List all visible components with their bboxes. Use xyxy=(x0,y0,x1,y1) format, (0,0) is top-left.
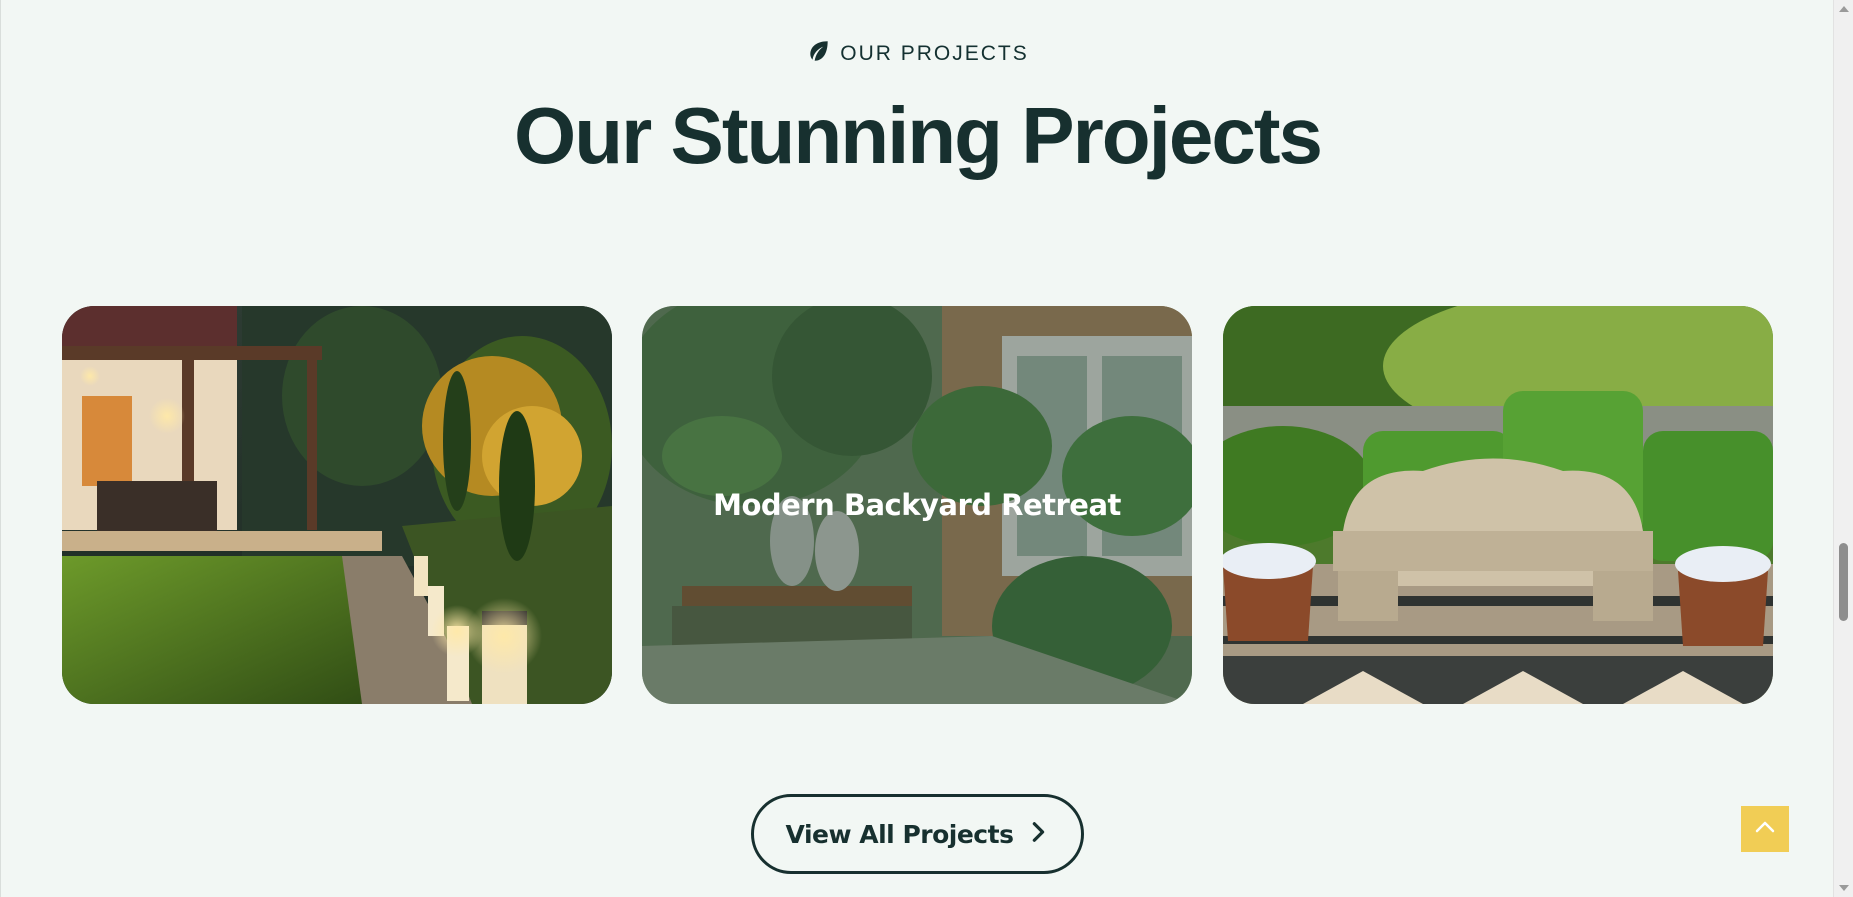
projects-section: OUR PROJECTS Our Stunning Projects Moder… xyxy=(0,0,1853,897)
chevron-up-icon xyxy=(1753,815,1777,844)
project-image-garden-lighting xyxy=(62,306,612,704)
scrollbar-thumb[interactable] xyxy=(1839,543,1848,621)
project-title[interactable]: Modern Backyard Retreat xyxy=(713,488,1121,522)
project-card-featured[interactable]: Modern Backyard Retreat xyxy=(642,306,1192,704)
view-all-label: View All Projects xyxy=(785,819,1014,849)
project-card[interactable] xyxy=(62,306,612,704)
page-scrollbar[interactable] xyxy=(1833,0,1853,897)
project-image-stone-bench xyxy=(1223,306,1773,704)
back-to-top-button[interactable] xyxy=(1741,806,1789,852)
section-eyebrow: OUR PROJECTS xyxy=(1,38,1834,70)
leaf-icon xyxy=(806,38,832,70)
view-all-projects-button[interactable]: View All Projects xyxy=(751,794,1084,874)
scroll-down-arrow-icon[interactable] xyxy=(1839,885,1849,891)
chevron-right-icon xyxy=(1027,820,1049,849)
project-card[interactable] xyxy=(1223,306,1773,704)
section-heading: Our Stunning Projects xyxy=(514,91,1323,180)
scroll-up-arrow-icon[interactable] xyxy=(1839,6,1849,12)
eyebrow-label: OUR PROJECTS xyxy=(840,42,1029,65)
project-overlay: Modern Backyard Retreat xyxy=(642,306,1192,704)
